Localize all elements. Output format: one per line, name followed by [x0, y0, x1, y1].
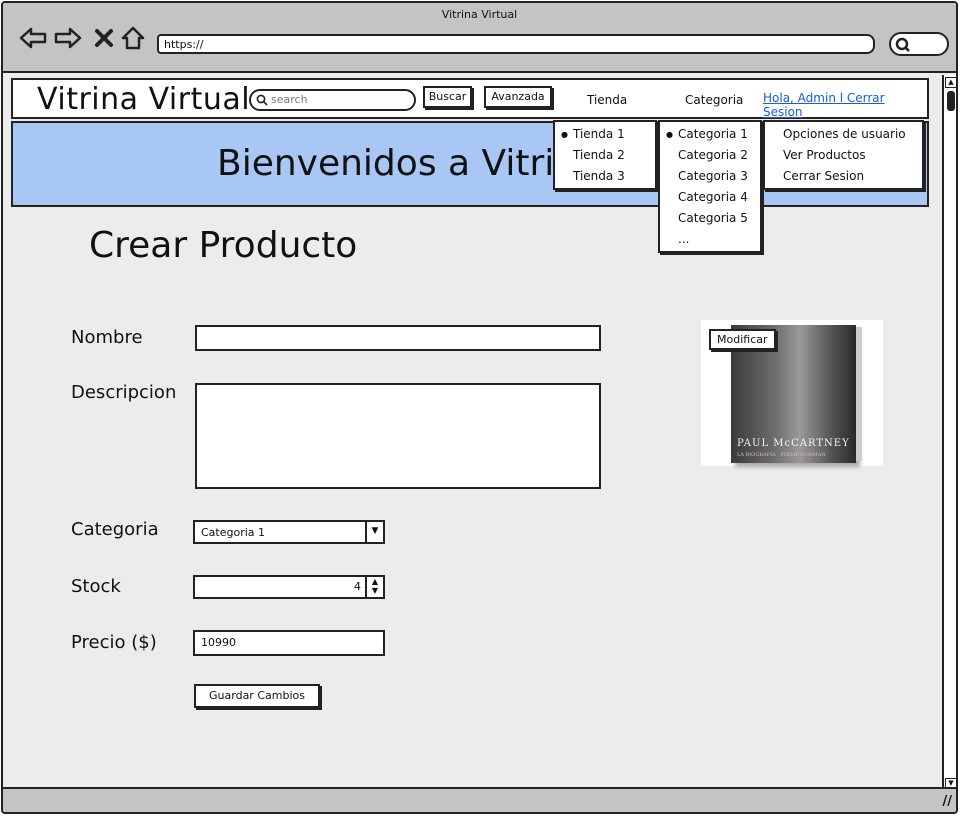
browser-chrome: Vitrina Virtual https://: [3, 3, 956, 73]
scroll-thumb[interactable]: [947, 91, 955, 111]
book-title: PAUL McCARTNEY: [737, 438, 850, 449]
app-header: Vitrina Virtual search Buscar Avanzada T…: [11, 78, 929, 119]
categoria-select[interactable]: Categoria 1 ▼: [193, 520, 385, 544]
nombre-input[interactable]: [195, 325, 601, 351]
site-logo[interactable]: Vitrina Virtual: [37, 82, 250, 117]
chevron-down-icon: ▼: [365, 522, 383, 542]
status-bar: //: [3, 787, 956, 812]
scroll-up-icon[interactable]: ▲: [945, 77, 956, 88]
categoria-dropdown: Categoria 1 Categoria 2 Categoria 3 Cate…: [658, 120, 762, 253]
tienda-option[interactable]: Tienda 2: [555, 145, 655, 166]
tienda-dropdown: Tienda 1 Tienda 2 Tienda 3: [553, 120, 657, 190]
modificar-button[interactable]: Modificar: [709, 329, 776, 350]
user-menu-link[interactable]: Hola, Admin l Cerrar Sesion: [763, 91, 927, 119]
resize-grip-icon[interactable]: //: [943, 794, 953, 809]
categoria-option[interactable]: Categoria 2: [660, 145, 760, 166]
categoria-option-more[interactable]: ...: [660, 229, 760, 250]
back-arrow-icon[interactable]: [19, 25, 47, 51]
cerrar-sesion-item[interactable]: Cerrar Sesion: [765, 166, 922, 187]
categoria-label: Categoria: [71, 519, 159, 540]
user-options-item[interactable]: Opciones de usuario: [765, 124, 922, 145]
precio-label: Precio ($): [71, 632, 157, 653]
categoria-option[interactable]: Categoria 4: [660, 187, 760, 208]
stock-stepper[interactable]: 4 ▲ ▼: [193, 575, 385, 599]
categoria-option[interactable]: Categoria 5: [660, 208, 760, 229]
page-title: Crear Producto: [89, 225, 358, 266]
user-dropdown: Opciones de usuario Ver Productos Cerrar…: [763, 120, 924, 190]
tienda-option[interactable]: Tienda 1: [555, 124, 655, 145]
forward-arrow-icon[interactable]: [54, 25, 82, 51]
browser-search-field[interactable]: [889, 32, 949, 56]
stepper-arrows-icon[interactable]: ▲ ▼: [365, 577, 383, 597]
menu-categoria[interactable]: Categoria: [685, 93, 743, 107]
search-icon: [895, 37, 910, 52]
ver-productos-item[interactable]: Ver Productos: [765, 145, 922, 166]
stock-label: Stock: [71, 576, 121, 597]
categoria-option[interactable]: Categoria 3: [660, 166, 760, 187]
home-icon[interactable]: [120, 25, 146, 51]
buscar-button[interactable]: Buscar: [423, 86, 472, 108]
url-input[interactable]: https://: [157, 34, 875, 54]
nombre-label: Nombre: [71, 327, 143, 348]
close-icon[interactable]: [94, 25, 120, 51]
product-image: PAUL McCARTNEY LA BIOGRAFIA · PHILIP NOR…: [701, 320, 883, 466]
search-input[interactable]: search: [249, 89, 416, 111]
categoria-selected-value: Categoria 1: [201, 526, 266, 539]
book-subtitle: LA BIOGRAFIA · PHILIP NORMAN: [737, 452, 826, 458]
menu-tienda[interactable]: Tienda: [587, 93, 627, 107]
vertical-scrollbar[interactable]: ▲ ▼: [942, 75, 956, 791]
search-icon: [256, 94, 268, 106]
search-placeholder: search: [271, 93, 308, 106]
precio-input[interactable]: 10990: [193, 630, 385, 656]
tienda-option[interactable]: Tienda 3: [555, 166, 655, 187]
browser-window: Vitrina Virtual https:// Vitrina Virtual: [1, 1, 958, 814]
stock-value: 4: [354, 580, 361, 593]
page-viewport: Vitrina Virtual search Buscar Avanzada T…: [3, 75, 941, 791]
avanzada-button[interactable]: Avanzada: [484, 86, 552, 108]
categoria-option[interactable]: Categoria 1: [660, 124, 760, 145]
window-title: Vitrina Virtual: [441, 8, 518, 21]
descripcion-textarea[interactable]: [195, 383, 601, 489]
guardar-cambios-button[interactable]: Guardar Cambios: [194, 684, 320, 708]
descripcion-label: Descripcion: [71, 382, 177, 403]
